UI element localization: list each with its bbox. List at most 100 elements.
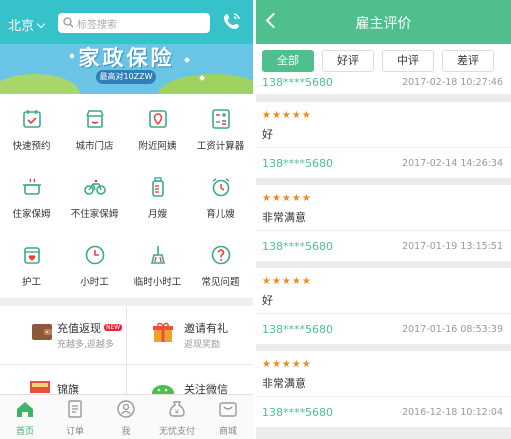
grid-item-live-in-nanny[interactable]: 住家保姆 bbox=[0, 162, 63, 226]
phone-icon[interactable] bbox=[221, 10, 243, 32]
review-item: ★★★★★ 好 138****5680 2017-02-14 14:26:34 bbox=[256, 102, 511, 178]
tab-negative[interactable]: 差评 bbox=[442, 50, 494, 72]
section-divider bbox=[0, 298, 253, 306]
reviewer-phone: 138****5680 bbox=[262, 240, 333, 253]
grid-label: 育儿嫂 bbox=[206, 209, 235, 220]
reviewer-phone: 138****5680 bbox=[262, 157, 333, 170]
nav-secure-pay[interactable]: ¥ 无忧支付 bbox=[152, 395, 202, 439]
rating-stars: ★★★★★ bbox=[262, 110, 312, 121]
nav-label: 首页 bbox=[15, 427, 34, 437]
review-time: 2016-12-18 10:12:04 bbox=[402, 407, 503, 418]
bicycle-icon bbox=[84, 179, 106, 195]
new-badge: NEW bbox=[104, 324, 123, 331]
question-icon bbox=[211, 245, 231, 265]
svg-text:¥: ¥ bbox=[175, 408, 180, 416]
search-placeholder: 标签搜索 bbox=[77, 20, 117, 31]
grid-item-live-out-nanny[interactable]: 不住家保姆 bbox=[63, 162, 126, 226]
grid-item-maternity-nurse[interactable]: 月嫂 bbox=[126, 162, 189, 226]
promo-banner[interactable]: 家政保险 最高对10ZZW bbox=[0, 44, 253, 94]
search-input[interactable]: 标签搜索 bbox=[58, 13, 210, 33]
reviews-header: 雇主评价 bbox=[256, 0, 511, 44]
banner-flag-icon bbox=[30, 381, 50, 393]
grid-item-temp-hourly-worker[interactable]: 临时小时工 bbox=[126, 230, 189, 294]
review-comment: 非常满意 bbox=[262, 377, 306, 390]
reviews-panel: 雇主评价 全部 好评 中评 差评 138****5680 2017-02-18 … bbox=[256, 0, 511, 439]
promo-recharge-cashback[interactable]: 充值返现 NEW 充越多,返越多 bbox=[0, 306, 126, 364]
grid-label: 附近阿姨 bbox=[138, 141, 177, 152]
grid-item-childcare-nanny[interactable]: 育儿嫂 bbox=[189, 162, 252, 226]
review-comment: 好 bbox=[262, 128, 273, 141]
home-header: 北京 标签搜索 bbox=[0, 0, 253, 44]
gift-icon bbox=[153, 322, 173, 342]
promo-subtitle: 充越多,返越多 bbox=[57, 340, 114, 350]
review-item: ★★★★★ 非常满意 138****5680 2017-01-19 13:15:… bbox=[256, 185, 511, 261]
nav-orders[interactable]: 订单 bbox=[50, 395, 100, 439]
map-pin-icon bbox=[149, 110, 167, 128]
nav-label: 无忧支付 bbox=[158, 427, 195, 437]
grid-item-salary-calculator[interactable]: 工资计算器 bbox=[189, 94, 252, 158]
clock-icon bbox=[85, 245, 105, 265]
home-panel: 北京 标签搜索 家政保险 最高对10ZZW 快速预约 城市门店 附近阿姨 工资计… bbox=[0, 0, 253, 439]
grid-item-caregiver[interactable]: 护工 bbox=[0, 230, 63, 294]
page-title: 雇主评价 bbox=[355, 16, 412, 32]
promo-title: 充值返现 NEW bbox=[57, 322, 123, 335]
banner-title: 家政保险 bbox=[78, 46, 175, 70]
grid-label: 城市门店 bbox=[75, 141, 114, 152]
grid-label: 月嫂 bbox=[147, 209, 167, 220]
screen: 北京 标签搜索 家政保险 最高对10ZZW 快速预约 城市门店 附近阿姨 工资计… bbox=[0, 0, 511, 439]
pay-icon: ¥ bbox=[169, 401, 185, 417]
calculator-icon bbox=[212, 109, 230, 129]
grid-label: 快速预约 bbox=[12, 141, 51, 152]
rating-stars: ★★★★★ bbox=[262, 193, 312, 204]
promo-title: 邀请有礼 bbox=[184, 322, 228, 335]
reviewer-phone: 138****5680 bbox=[262, 323, 333, 336]
review-time: 2017-02-18 10:27:46 bbox=[402, 77, 503, 88]
review-comment: 非常满意 bbox=[262, 211, 306, 224]
search-icon bbox=[63, 17, 74, 28]
city-selector[interactable]: 北京 bbox=[8, 15, 46, 34]
grid-item-city-stores[interactable]: 城市门店 bbox=[63, 94, 126, 158]
banner-subtitle: 最高对10ZZW bbox=[96, 70, 156, 84]
grid-item-quick-booking[interactable]: 快速预约 bbox=[0, 94, 63, 158]
grid-item-faq[interactable]: 常见问题 bbox=[189, 230, 252, 294]
review-comment: 好 bbox=[262, 294, 273, 307]
review-item: ★★★★★ 非常满意 138****5680 2016-12-18 10:12:… bbox=[256, 351, 511, 427]
reviewer-phone: 138****5680 bbox=[262, 406, 333, 419]
order-icon bbox=[68, 400, 82, 418]
store-icon bbox=[86, 110, 104, 128]
promo-invite-gift[interactable]: 邀请有礼 返现奖励 bbox=[127, 306, 253, 364]
review-time: 2017-01-16 08:53:39 bbox=[402, 324, 503, 335]
tab-neutral[interactable]: 中评 bbox=[382, 50, 434, 72]
grid-item-hourly-worker[interactable]: 小时工 bbox=[63, 230, 126, 294]
calendar-icon bbox=[23, 110, 41, 128]
nav-home[interactable]: 首页 bbox=[0, 395, 50, 439]
grid-label: 工资计算器 bbox=[196, 141, 245, 152]
grid-label: 住家保姆 bbox=[12, 209, 51, 220]
bottom-nav: 首页 订单 我 ¥ 无忧支付 商城 bbox=[0, 394, 253, 439]
grid-label: 常见问题 bbox=[201, 277, 240, 288]
nav-me[interactable]: 我 bbox=[101, 395, 151, 439]
review-time: 2017-01-19 13:15:51 bbox=[402, 241, 503, 252]
bottle-icon bbox=[152, 177, 164, 197]
reviewer-phone: 138****5680 bbox=[262, 76, 333, 89]
chevron-down-icon bbox=[36, 19, 46, 29]
grid-label: 护工 bbox=[21, 277, 41, 288]
user-icon bbox=[117, 400, 135, 418]
review-item: ★★★★★ 好 138****5680 2017-01-16 08:53:39 bbox=[256, 268, 511, 344]
nav-label: 订单 bbox=[65, 427, 84, 437]
review-filter-tabs: 全部 好评 中评 差评 bbox=[256, 44, 511, 76]
medical-kit-icon bbox=[24, 247, 40, 264]
grid-label: 小时工 bbox=[80, 277, 109, 288]
grid-label: 不住家保姆 bbox=[70, 209, 119, 220]
promo-subtitle: 返现奖励 bbox=[184, 340, 221, 350]
rating-stars: ★★★★★ bbox=[262, 359, 312, 370]
tab-positive[interactable]: 好评 bbox=[322, 50, 374, 72]
review-time: 2017-02-14 14:26:34 bbox=[402, 158, 503, 169]
broom-icon bbox=[150, 246, 166, 264]
grid-item-nearby-aunties[interactable]: 附近阿姨 bbox=[126, 94, 189, 158]
tab-all[interactable]: 全部 bbox=[262, 50, 314, 72]
alarm-clock-icon bbox=[212, 178, 230, 197]
mall-icon bbox=[219, 402, 237, 417]
nav-mall[interactable]: 商城 bbox=[203, 395, 253, 439]
city-label: 北京 bbox=[8, 19, 35, 34]
